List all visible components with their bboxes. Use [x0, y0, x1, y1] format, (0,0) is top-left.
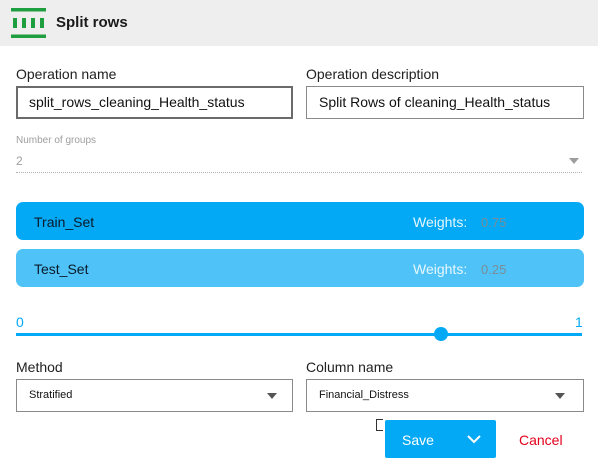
group-weight-value: 0.25	[481, 262, 507, 277]
number-of-groups-underline	[16, 172, 582, 173]
column-name-label: Column name	[306, 359, 394, 375]
operation-description-label: Operation description	[306, 66, 440, 82]
dialog-title: Split rows	[56, 14, 128, 31]
column-name-value: Financial_Distress	[319, 389, 409, 401]
chevron-down-icon[interactable]	[467, 432, 481, 446]
split-rows-icon	[11, 8, 46, 38]
weight-slider-track[interactable]	[16, 333, 582, 336]
group-test-set[interactable]: Test_Set Weights: 0.25	[16, 249, 584, 287]
mouse-cursor-icon	[376, 419, 383, 431]
slider-max-label: 1	[575, 314, 583, 330]
number-of-groups-label: Number of groups	[16, 135, 97, 146]
operation-name-input[interactable]: split_rows_cleaning_Health_status	[16, 86, 293, 119]
chevron-down-icon[interactable]	[569, 158, 579, 164]
method-label: Method	[16, 359, 63, 375]
group-name: Test_Set	[34, 261, 89, 277]
dialog-header: Split rows	[0, 0, 598, 46]
operation-description-input[interactable]: Split Rows of cleaning_Health_status	[306, 86, 584, 119]
method-value: Stratified	[29, 389, 73, 401]
save-button[interactable]: Save	[385, 420, 496, 458]
group-name: Train_Set	[34, 214, 95, 230]
slider-min-label: 0	[16, 314, 24, 330]
chevron-down-icon	[555, 393, 565, 399]
operation-name-label: Operation name	[16, 66, 117, 82]
group-weight-value: 0.75	[481, 215, 507, 230]
group-weight-label: Weights:	[413, 214, 468, 230]
number-of-groups-select[interactable]: 2	[16, 154, 23, 168]
column-name-select[interactable]: Financial_Distress	[306, 379, 584, 412]
chevron-down-icon	[267, 393, 277, 399]
cancel-button[interactable]: Cancel	[519, 432, 563, 448]
method-select[interactable]: Stratified	[16, 379, 293, 412]
weight-slider-thumb[interactable]	[434, 327, 448, 341]
save-button-label: Save	[402, 432, 434, 448]
group-train-set[interactable]: Train_Set Weights: 0.75	[16, 202, 584, 240]
group-weight-label: Weights:	[413, 261, 468, 277]
